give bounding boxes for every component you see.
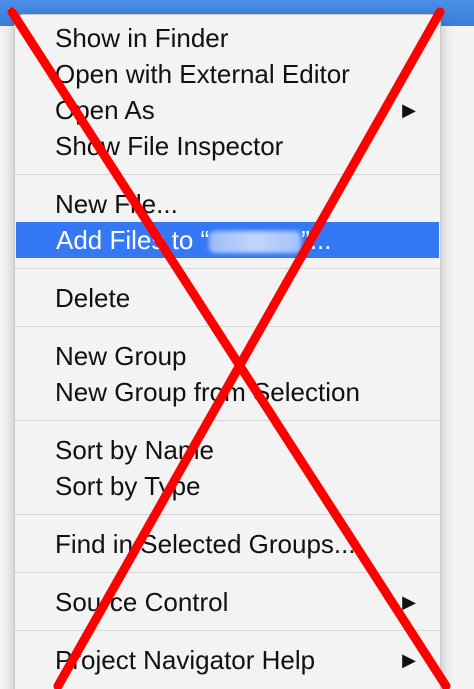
context-menu: Show in Finder Open with External Editor… xyxy=(14,14,441,689)
screen: ▼ Show in Finder Open with External Edit… xyxy=(0,0,474,689)
menu-item-label: Show File Inspector xyxy=(55,131,284,161)
menu-item-label: Project Navigator Help xyxy=(55,645,316,675)
menu-item-delete[interactable]: Delete xyxy=(15,280,440,316)
menu-separator xyxy=(15,174,440,175)
menu-item-project-navigator-help[interactable]: Project Navigator Help ▶ xyxy=(15,642,440,678)
menu-separator xyxy=(15,630,440,631)
menu-item-source-control[interactable]: Source Control ▶ xyxy=(15,584,440,620)
menu-separator xyxy=(15,268,440,269)
submenu-arrow-icon: ▶ xyxy=(402,592,416,612)
menu-item-label: New File... xyxy=(55,189,178,219)
menu-item-label: Find in Selected Groups... xyxy=(55,529,356,559)
menu-item-new-group-from-selection[interactable]: New Group from Selection xyxy=(15,374,440,410)
menu-separator xyxy=(15,326,440,327)
menu-item-label: Show in Finder xyxy=(55,23,229,53)
menu-separator xyxy=(15,572,440,573)
menu-item-label: Source Control xyxy=(55,587,229,617)
menu-item-label: Delete xyxy=(55,283,131,313)
menu-item-label: New Group from Selection xyxy=(55,377,360,407)
redacted-project-name xyxy=(209,231,302,254)
menu-item-find-in-selected-groups[interactable]: Find in Selected Groups... xyxy=(15,526,440,562)
menu-item-label: Sort by Type xyxy=(55,471,201,501)
menu-item-open-as[interactable]: Open As ▶ xyxy=(15,92,440,128)
submenu-arrow-icon: ▶ xyxy=(402,650,416,670)
menu-item-new-file[interactable]: New File... xyxy=(15,186,440,222)
menu-item-label: Open As xyxy=(55,95,155,125)
menu-separator xyxy=(15,420,440,421)
menu-item-add-files[interactable]: Add Files to “ ”... xyxy=(16,222,439,258)
menu-item-open-with-external-editor[interactable]: Open with External Editor xyxy=(15,56,440,92)
menu-item-show-file-inspector[interactable]: Show File Inspector xyxy=(15,128,440,164)
menu-item-label: Open with External Editor xyxy=(55,59,350,89)
menu-item-label-suffix: ”... xyxy=(301,225,332,255)
menu-item-sort-by-type[interactable]: Sort by Type xyxy=(15,468,440,504)
menu-item-show-in-finder[interactable]: Show in Finder xyxy=(15,20,440,56)
menu-item-new-group[interactable]: New Group xyxy=(15,338,440,374)
menu-separator xyxy=(15,514,440,515)
menu-item-label: New Group xyxy=(55,341,187,371)
submenu-arrow-icon: ▶ xyxy=(402,100,416,120)
menu-item-label: Sort by Name xyxy=(55,435,214,465)
menu-item-label-prefix: Add Files to “ xyxy=(56,225,210,255)
menu-item-sort-by-name[interactable]: Sort by Name xyxy=(15,432,440,468)
